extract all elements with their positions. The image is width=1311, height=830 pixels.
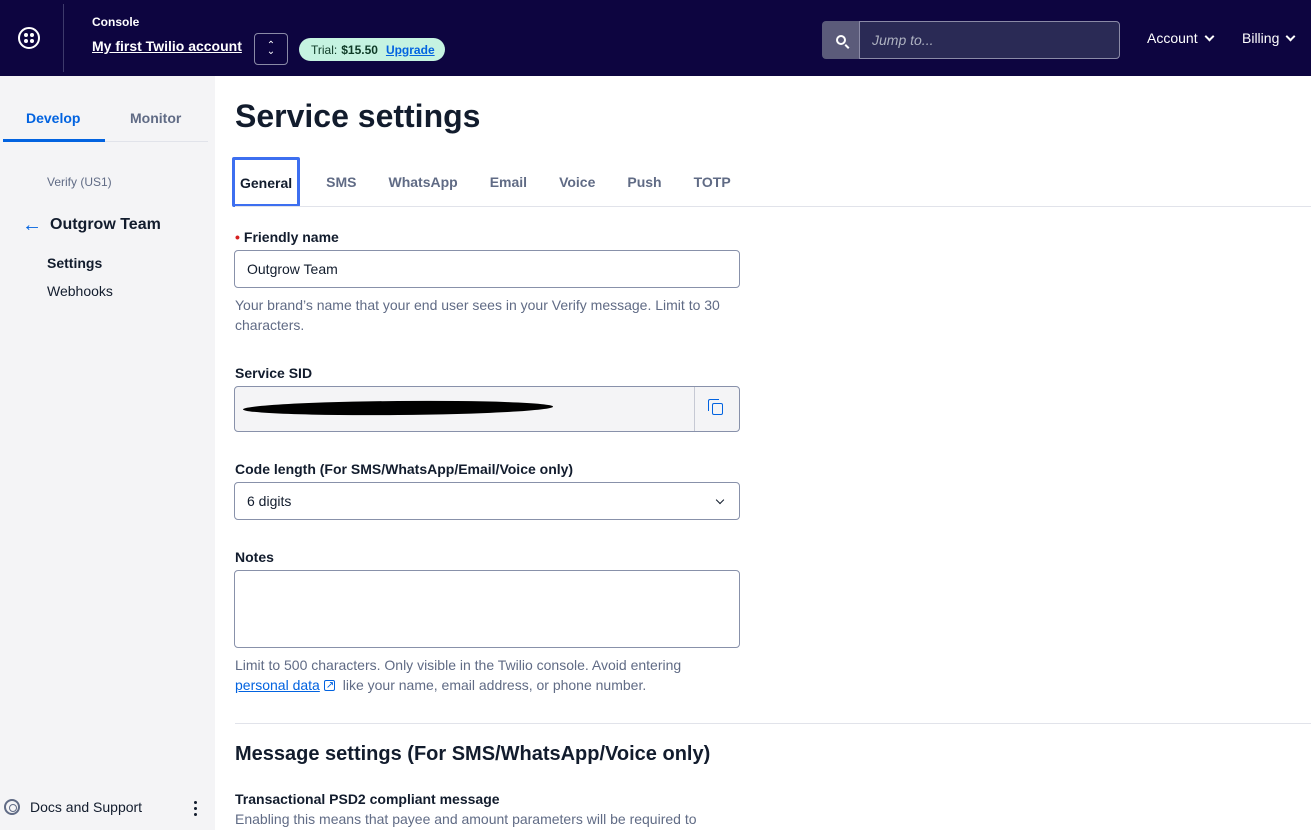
console-label: Console (92, 15, 140, 29)
docs-and-support-label: Docs and Support (30, 799, 143, 815)
tab-email[interactable]: Email (474, 157, 543, 207)
section-divider (235, 723, 1311, 724)
tabs-divider (235, 206, 1311, 207)
copy-icon (707, 399, 723, 415)
tab-totp[interactable]: TOTP (678, 157, 747, 207)
trial-balance-badge: Trial: $15.50 Upgrade (299, 38, 445, 61)
settings-tabs: General SMS WhatsApp Email Voice Push TO… (232, 157, 747, 207)
personal-data-link[interactable]: personal data (235, 677, 320, 693)
chevron-down-icon: ⌄ (266, 46, 276, 57)
notes-help-after: like your name, email address, or phone … (338, 677, 647, 693)
notes-help-before: Limit to 500 characters. Only visible in… (235, 657, 682, 673)
jump-to-search-input[interactable] (859, 21, 1120, 59)
billing-menu[interactable]: Billing (1242, 30, 1296, 46)
sidebar: Develop Monitor Verify (US1) ← Outgrow T… (0, 76, 215, 830)
tab-sms[interactable]: SMS (300, 157, 372, 207)
notes-label: Notes (235, 549, 274, 565)
billing-menu-label: Billing (1242, 30, 1280, 46)
code-length-value: 6 digits (247, 493, 292, 509)
tab-push[interactable]: Push (611, 157, 677, 207)
chevron-down-icon (715, 495, 725, 505)
lifebuoy-icon (4, 799, 20, 815)
arrow-left-icon: ← (22, 214, 42, 236)
page-title: Service settings (235, 98, 481, 134)
service-name: Outgrow Team (50, 216, 161, 233)
psd2-label: Transactional PSD2 compliant message (235, 791, 500, 807)
notes-help: Limit to 500 characters. Only visible in… (235, 655, 735, 696)
code-length-select[interactable]: 6 digits (234, 482, 740, 520)
sidebar-section-label: Verify (US1) (47, 175, 112, 189)
account-name-link[interactable]: My first Twilio account (92, 38, 242, 54)
tab-whatsapp[interactable]: WhatsApp (372, 157, 473, 207)
friendly-name-label-text: Friendly name (243, 229, 339, 245)
redacted-sid (242, 399, 554, 417)
service-sid-field (234, 386, 740, 432)
trial-label: Trial: (311, 42, 338, 57)
docs-and-support-link[interactable]: Docs and Support (4, 799, 142, 815)
code-length-label: Code length (For SMS/WhatsApp/Email/Voic… (235, 461, 574, 477)
divider (63, 4, 64, 72)
friendly-name-input[interactable]: Outgrow Team (234, 250, 740, 288)
tab-voice[interactable]: Voice (543, 157, 611, 207)
message-settings-title: Message settings (For SMS/WhatsApp/Voice… (235, 743, 711, 765)
upgrade-link[interactable]: Upgrade (386, 43, 435, 57)
search-button[interactable] (822, 21, 860, 59)
friendly-name-help: Your brand’s name that your end user see… (235, 297, 720, 333)
more-options-icon[interactable] (194, 801, 197, 816)
twilio-logo-icon[interactable] (18, 27, 40, 49)
sidebar-item-webhooks[interactable]: Webhooks (47, 283, 113, 299)
chevron-down-icon (1285, 31, 1296, 41)
search-icon (836, 35, 846, 45)
service-sid-label: Service SID (235, 365, 313, 381)
sidebar-back-link[interactable]: ← Outgrow Team (22, 214, 161, 236)
friendly-name-value: Outgrow Team (247, 261, 338, 277)
sidebar-tab-monitor[interactable]: Monitor (130, 110, 181, 126)
top-navigation-bar: Console My first Twilio account ⌃ ⌄ Tria… (0, 0, 1311, 76)
required-marker: • (235, 229, 240, 245)
tab-general[interactable]: General (232, 157, 301, 207)
friendly-name-label: • Friendly name (235, 229, 339, 245)
sidebar-tab-develop[interactable]: Develop (26, 110, 80, 126)
trial-balance: $15.50 (341, 42, 378, 57)
notes-textarea[interactable] (234, 570, 740, 648)
account-switcher-button[interactable]: ⌃ ⌄ (254, 33, 288, 65)
chevron-down-icon (1204, 31, 1215, 41)
external-link-icon (323, 676, 335, 696)
copy-button[interactable] (694, 387, 739, 431)
sidebar-item-settings[interactable]: Settings (47, 255, 102, 271)
account-menu-label: Account (1147, 30, 1198, 46)
active-tab-indicator (3, 139, 105, 142)
account-menu[interactable]: Account (1147, 30, 1215, 46)
psd2-help: Enabling this means that payee and amoun… (235, 811, 697, 827)
